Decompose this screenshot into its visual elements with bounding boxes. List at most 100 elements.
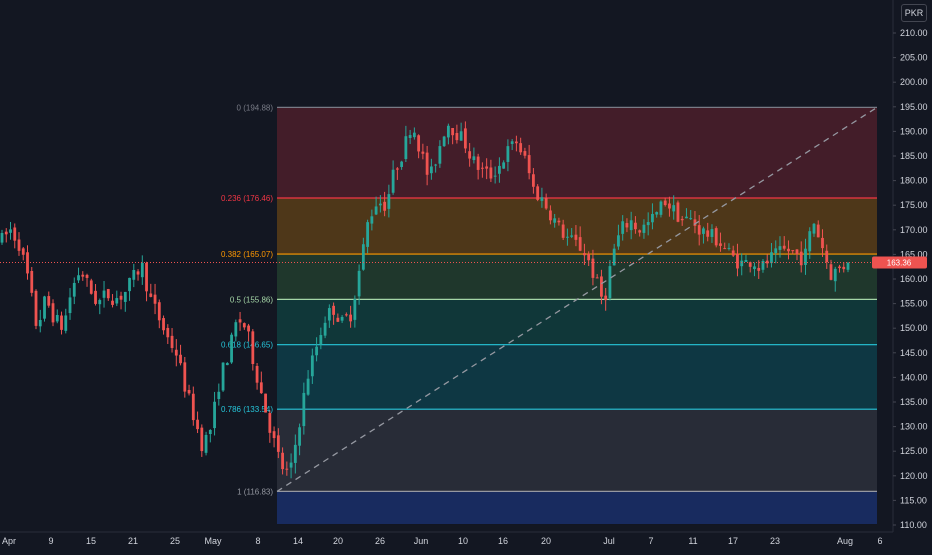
candle-body <box>532 174 535 187</box>
candle-body <box>119 295 123 300</box>
candle-body <box>234 322 238 337</box>
candle-body <box>591 258 595 278</box>
candle-body <box>179 354 182 364</box>
candle-body <box>47 296 51 306</box>
fib-level-label: 0.382 (165.07) <box>221 250 273 259</box>
fib-zone <box>277 409 877 492</box>
candle-body <box>672 205 676 212</box>
fib-zone <box>277 344 877 410</box>
candle-body <box>238 319 242 323</box>
candle-body <box>217 391 221 400</box>
candle-body <box>434 164 438 166</box>
candle-body <box>595 277 599 279</box>
candle-body <box>213 401 216 429</box>
candle-body <box>395 168 399 170</box>
y-axis-label: 125.00 <box>900 446 928 456</box>
fib-level-label: 0.236 (176.46) <box>221 194 273 203</box>
candle-body <box>493 175 497 177</box>
candle-body <box>600 276 603 297</box>
candle-body <box>9 229 12 233</box>
fib-level-label: 0.5 (155.86) <box>230 295 273 304</box>
y-axis-label: 130.00 <box>900 422 928 432</box>
candle-body <box>497 165 501 174</box>
candle-body <box>191 393 195 421</box>
x-axis-label: 8 <box>255 536 260 546</box>
candle-body <box>659 201 663 215</box>
candle-body <box>310 355 314 377</box>
candle-body <box>587 253 591 261</box>
candle-body <box>55 314 59 322</box>
candle-body <box>187 389 191 394</box>
candle-body <box>378 203 382 206</box>
x-axis-label: 26 <box>375 536 385 546</box>
candle-body <box>557 220 561 223</box>
candle-body <box>136 271 140 275</box>
candle-body <box>544 197 548 209</box>
candle-body <box>0 233 4 243</box>
candle-body <box>85 274 89 278</box>
x-axis-label: 9 <box>48 536 53 546</box>
y-axis-label: 135.00 <box>900 397 928 407</box>
candle-body <box>412 132 416 138</box>
candle-body <box>536 186 540 200</box>
y-axis-label: 115.00 <box>900 495 927 505</box>
candle-body <box>149 293 153 297</box>
x-axis-label: 20 <box>333 536 343 546</box>
candle-body <box>646 222 650 226</box>
candle-body <box>731 250 735 256</box>
candle-body <box>791 250 795 252</box>
candle-body <box>38 320 42 327</box>
candle-body <box>697 225 701 235</box>
candle-body <box>808 231 812 252</box>
candle-body <box>315 346 318 356</box>
candle-body <box>115 298 119 304</box>
candle-body <box>421 151 425 154</box>
candle-body <box>60 315 63 330</box>
candle-body <box>459 131 463 141</box>
candle-body <box>264 393 267 413</box>
candle-body <box>357 270 361 297</box>
candle-body <box>204 434 208 453</box>
currency-badge[interactable]: PKR <box>901 4 927 22</box>
candle-body <box>221 362 225 391</box>
candle-body <box>353 299 357 320</box>
candle-body <box>812 223 816 234</box>
candle-body <box>374 206 378 215</box>
candle-body <box>247 325 250 332</box>
candle-body <box>727 247 731 249</box>
candle-body <box>774 248 778 254</box>
candle-body <box>102 290 106 298</box>
candle-body <box>714 228 718 246</box>
candle-body <box>689 218 693 220</box>
x-axis-label: Aug <box>837 536 853 546</box>
candle-body <box>400 161 404 167</box>
candle-body <box>162 318 165 331</box>
candle-body <box>740 260 744 267</box>
candle-body <box>846 262 850 270</box>
price-chart[interactable]: 0 (194.88) 0.236 (176.46) 0.382 (165.07) 0.… <box>0 0 932 550</box>
candle-body <box>21 248 25 255</box>
candle-body <box>319 335 323 345</box>
chart-area[interactable]: 0 (194.88) 0.236 (176.46) 0.382 (165.07) 0.… <box>0 0 932 550</box>
candle-body <box>268 413 272 433</box>
y-axis-label: 200.00 <box>900 77 928 87</box>
candle-body <box>94 290 97 304</box>
candle-body <box>833 268 837 282</box>
candle-body <box>170 335 174 348</box>
x-axis-label: 10 <box>458 536 468 546</box>
candle-body <box>799 251 803 266</box>
candle-body <box>366 222 370 247</box>
x-axis-label: 16 <box>498 536 508 546</box>
y-axis-label: 175.00 <box>900 200 928 210</box>
x-axis-label: 11 <box>688 536 697 546</box>
candle-body <box>174 349 178 356</box>
fib-zone <box>277 491 877 525</box>
candle-body <box>736 253 739 269</box>
x-axis-label: Jun <box>414 536 429 546</box>
candle-body <box>425 152 429 175</box>
candle-body <box>68 297 72 314</box>
fib-level-label: 1 (116.83) <box>237 487 273 496</box>
candle-body <box>30 271 34 293</box>
candle-body <box>242 323 246 328</box>
candle-body <box>438 146 442 164</box>
